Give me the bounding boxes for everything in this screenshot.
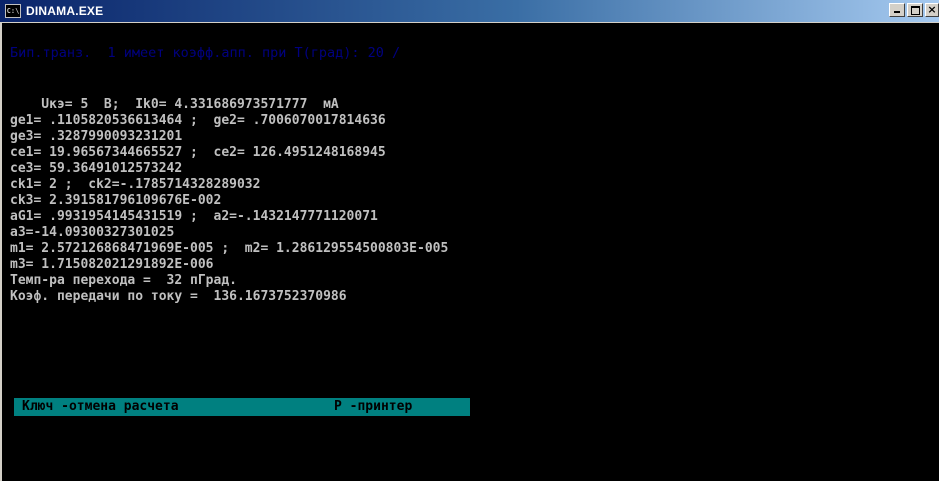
window-title: DINAMA.EXE (26, 4, 104, 18)
minimize-button[interactable] (889, 3, 905, 17)
printer-key-hint[interactable]: P -принтер (334, 398, 412, 416)
cancel-key-hint[interactable]: Ключ -отмена расчета (22, 398, 179, 416)
console-line: ce3= 59.36491012573242 (10, 161, 183, 176)
console-icon[interactable]: C:\ (5, 4, 21, 18)
console-header: Бип.транз. 1 имеет коэфф.апп. при T(град… (10, 45, 401, 61)
console-line: a3=-14.09300327301025 (10, 225, 175, 240)
console-line: ck3= 2.391581796109676E-002 (10, 193, 222, 208)
close-button[interactable]: × (925, 3, 939, 17)
console-line: ge1= .1105820536613464 ; ge2= .700607001… (10, 113, 386, 128)
console-line: m3= 1.715082021291892E-006 (10, 257, 214, 272)
console-line: ge3= .3287990093231201 (10, 129, 183, 144)
title-bar[interactable]: C:\ DINAMA.EXE × (0, 0, 939, 22)
console-line: Коэф. передачи по току = 136.16737523709… (10, 289, 347, 304)
maximize-button[interactable] (907, 3, 923, 17)
status-bar: Ключ -отмена расчета P -принтер (14, 398, 470, 416)
console-line: m1= 2.572126868471969E-005 ; m2= 1.28612… (10, 241, 449, 256)
console-line: ck1= 2 ; ck2=-.1785714328289032 (10, 177, 261, 192)
console-output[interactable]: Бип.транз. 1 имеет коэфф.апп. при T(град… (2, 23, 939, 481)
console-line: ce1= 19.96567344665527 ; ce2= 126.495124… (10, 145, 386, 160)
console-window: C:\ DINAMA.EXE × Бип.транз. 1 имеет коэф… (0, 0, 939, 481)
console-line: Темп-ра перехода = 32 пГрад. (10, 273, 237, 288)
console-line: aG1= .9931954145431519 ; a2=-.1432147771… (10, 209, 378, 224)
console-line: Uкэ= 5 B; Ik0= 4.331686973571777 мА (10, 97, 339, 112)
window-controls: × (889, 3, 939, 17)
